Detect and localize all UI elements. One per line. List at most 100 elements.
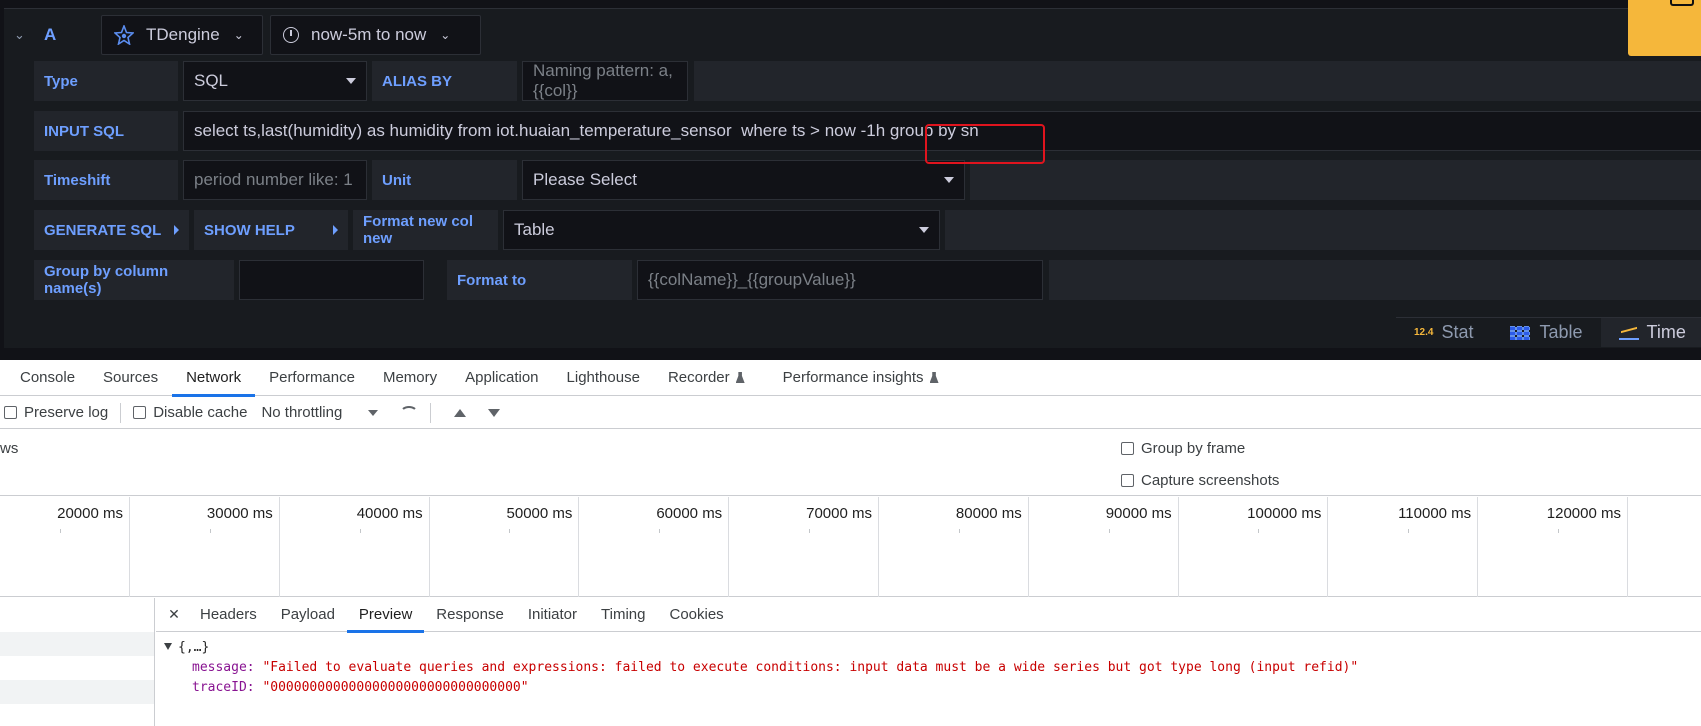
timeline-request-mark (1557, 529, 1559, 533)
type-select[interactable]: SQL (183, 61, 367, 101)
timeline-tick: 30000 ms (130, 497, 280, 597)
tab-network[interactable]: Network (172, 360, 256, 397)
network-overview-timeline[interactable]: 20000 ms 30000 ms 40000 ms 50000 ms 60000 ms… (0, 497, 1701, 597)
import-har-icon[interactable] (454, 408, 467, 417)
datasource-picker[interactable]: TDengine ⌄ (101, 15, 263, 55)
request-list[interactable] (0, 598, 155, 726)
tab-application[interactable]: Application (451, 360, 552, 396)
query-row-timeshift: Timeshift period number like: 1 Unit Ple… (34, 160, 1701, 202)
group-by-frame-checkbox[interactable] (1121, 442, 1134, 455)
disable-cache-checkbox[interactable] (133, 406, 147, 419)
viz-tab-stat[interactable]: 12.4 Stat (1396, 317, 1492, 347)
tdengine-logo-icon (114, 25, 134, 45)
timeline-tick-label: 80000 ms (955, 505, 1022, 522)
panel-action-button[interactable] (1628, 0, 1701, 56)
preserve-log-checkbox[interactable] (4, 406, 17, 419)
tab-sources[interactable]: Sources (89, 360, 172, 396)
unit-label: Unit (372, 160, 517, 200)
devtools-tab-bar: Console Sources Network Performance Memo… (0, 360, 1701, 397)
timeline-request-mark (1108, 529, 1110, 533)
group-by-frame-option[interactable]: Group by frame (1121, 440, 1245, 457)
caret-down-icon (368, 409, 379, 416)
viz-tab-label: Stat (1441, 322, 1474, 342)
experiment-icon (735, 372, 745, 383)
timeline-request-mark (209, 529, 211, 533)
viz-tab-table[interactable]: Table (1491, 317, 1601, 347)
timeline-request-mark (359, 529, 361, 533)
tab-headers[interactable]: Headers (188, 598, 269, 632)
tab-recorder[interactable]: Recorder (654, 360, 759, 396)
tab-initiator[interactable]: Initiator (516, 598, 589, 632)
timeline-request-mark (60, 529, 61, 533)
tab-performance[interactable]: Performance (255, 360, 369, 396)
disable-cache-option[interactable]: Disable cache (133, 404, 247, 421)
tab-performance-insights-label: Performance insights (782, 369, 924, 386)
row-filler (1049, 260, 1701, 300)
timeline-request-mark (659, 529, 661, 533)
json-trace-value: "00000000000000000000000000000000" (262, 680, 529, 695)
viz-tab-label: Table (1539, 322, 1583, 342)
timeline-tick-label: 110000 ms (1398, 505, 1472, 522)
tab-preview[interactable]: Preview (346, 598, 425, 633)
request-details: ✕ Headers Payload Preview Response Initi… (0, 598, 1701, 726)
tab-timing[interactable]: Timing (589, 598, 657, 632)
disable-cache-label: Disable cache (153, 404, 248, 421)
timeshift-input[interactable]: period number like: 1 (183, 160, 367, 200)
tab-cookies[interactable]: Cookies (657, 598, 735, 632)
group-by-input[interactable] (239, 260, 424, 300)
timeline-request-mark (1258, 529, 1260, 533)
network-toolbar: Preserve log Disable cache No throttling (0, 397, 1701, 429)
request-row[interactable] (0, 680, 154, 704)
tab-memory[interactable]: Memory (369, 360, 451, 396)
show-help-button[interactable]: SHOW HELP (194, 210, 348, 250)
row-filler (694, 61, 1701, 101)
timeshift-label: Timeshift (34, 160, 178, 200)
query-row-group-by: Group by column name(s) Format to {{colN… (34, 260, 1701, 302)
timeline-tick: 80000 ms (879, 497, 1029, 597)
timeline-tick-label: 60000 ms (656, 505, 723, 522)
export-har-icon[interactable] (488, 408, 501, 417)
json-root-line[interactable]: {,…} (164, 638, 1358, 658)
chevron-down-icon[interactable]: ⌄ (14, 27, 30, 43)
timeline-tick: 110000 ms (1328, 497, 1479, 597)
tab-console[interactable]: Console (0, 360, 89, 396)
chevron-down-icon: ⌄ (233, 28, 244, 42)
details-tab-bar: ✕ Headers Payload Preview Response Initi… (156, 598, 1701, 633)
format-new-col-value: Table (514, 220, 555, 239)
timeline-tick: 90000 ms (1029, 497, 1179, 597)
table-icon (1509, 325, 1530, 340)
close-icon[interactable]: ✕ (160, 606, 188, 623)
sql-highlight-box (925, 124, 1045, 164)
caret-down-icon (346, 78, 356, 84)
unit-select[interactable]: Please Select (522, 160, 965, 200)
viz-tab-time-series[interactable]: Time (1600, 317, 1701, 347)
tab-payload[interactable]: Payload (269, 598, 347, 632)
network-conditions-icon[interactable] (400, 405, 419, 420)
capture-screenshots-option[interactable]: Capture screenshots (1121, 472, 1279, 489)
tab-lighthouse[interactable]: Lighthouse (553, 360, 654, 396)
query-row-input-sql: INPUT SQL select ts,last(humidity) as hu… (34, 111, 1701, 153)
capture-screenshots-checkbox[interactable] (1121, 474, 1134, 487)
tab-performance-insights[interactable]: Performance insights (769, 360, 953, 396)
time-range-picker[interactable]: now-5m to now ⌄ (270, 15, 481, 55)
timeline-tick-label: 40000 ms (356, 505, 423, 522)
format-to-input[interactable]: {{colName}}_{{groupValue}} (637, 260, 1043, 300)
tab-response[interactable]: Response (424, 598, 516, 632)
request-row[interactable] (0, 632, 154, 656)
preserve-log-option[interactable]: Preserve log (4, 404, 108, 421)
alias-by-input[interactable]: Naming pattern: a,{{col}} (522, 61, 688, 101)
time-series-icon (1618, 326, 1639, 340)
input-sql-label: INPUT SQL (34, 111, 178, 151)
screenshot-root: ⌄ A TDengine ⌄ now-5m to now ⌄ Type SQL … (0, 0, 1701, 726)
expand-triangle-icon[interactable] (164, 643, 172, 650)
timeline-tick: 120000 ms (1478, 497, 1628, 597)
unit-select-value: Please Select (533, 170, 637, 189)
timeline-tick: 20000 ms (0, 497, 130, 597)
throttling-select[interactable]: No throttling (261, 404, 379, 421)
generate-sql-button[interactable]: GENERATE SQL (34, 210, 189, 250)
truncated-option-text: ws (0, 440, 19, 457)
timeline-tick-label: 90000 ms (1105, 505, 1172, 522)
tab-recorder-label: Recorder (667, 369, 730, 386)
format-new-col-select[interactable]: Table (503, 210, 940, 250)
query-ref-id[interactable]: A (44, 25, 56, 45)
